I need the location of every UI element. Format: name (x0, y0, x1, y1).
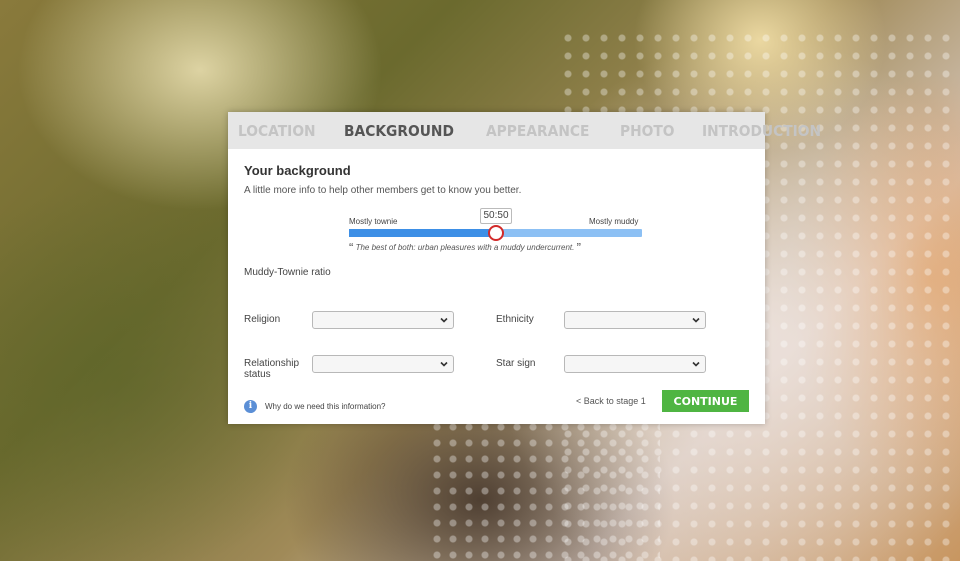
chevron-down-icon (692, 361, 700, 367)
form-title: Your background (244, 163, 351, 178)
tab-appearance[interactable]: APPEARANCE (486, 122, 589, 140)
registration-panel: LOCATION BACKGROUND APPEARANCE PHOTO INT… (228, 112, 821, 424)
stage-tabs: LOCATION BACKGROUND APPEARANCE PHOTO INT… (228, 112, 821, 149)
background-photo-lace-sleeve (430, 420, 660, 561)
info-link-text: Why do we need this information? (265, 402, 386, 411)
slider-quote: “ The best of both: urban pleasures with… (349, 240, 581, 255)
info-link[interactable]: i Why do we need this information? (244, 400, 386, 413)
slider-fill (349, 229, 496, 237)
star-sign-label: Star sign (496, 358, 536, 369)
form-subtitle: A little more info to help other members… (244, 185, 522, 196)
ethnicity-label: Ethnicity (496, 314, 534, 325)
slider-max-label: Mostly muddy (589, 217, 639, 226)
tab-photo[interactable]: PHOTO (620, 122, 675, 140)
form-content: Your background A little more info to he… (228, 149, 765, 424)
ethnicity-select[interactable] (564, 311, 706, 329)
slider-value-badge: 50:50 (480, 208, 512, 224)
continue-button[interactable]: CONTINUE (662, 390, 749, 412)
muddy-townie-slider[interactable] (349, 225, 642, 241)
slider-handle[interactable] (487, 225, 504, 241)
tab-location[interactable]: LOCATION (238, 122, 316, 140)
relationship-status-label: Relationship status (244, 358, 300, 380)
tab-background[interactable]: BACKGROUND (344, 122, 454, 140)
slider-label: Muddy-Townie ratio (244, 267, 331, 278)
chevron-down-icon (440, 361, 448, 367)
religion-select[interactable] (312, 311, 454, 329)
info-icon: i (244, 400, 257, 413)
chevron-down-icon (692, 317, 700, 323)
open-quote-icon: “ (349, 240, 354, 255)
slider-quote-text: The best of both: urban pleasures with a… (355, 243, 575, 252)
relationship-status-select[interactable] (312, 355, 454, 373)
slider-min-label: Mostly townie (349, 217, 398, 226)
tab-introduction[interactable]: INTRODUCTION (702, 122, 821, 140)
close-quote-icon: ” (576, 240, 581, 255)
chevron-down-icon (440, 317, 448, 323)
star-sign-select[interactable] (564, 355, 706, 373)
back-to-stage-1-link[interactable]: < Back to stage 1 (576, 396, 646, 406)
religion-label: Religion (244, 314, 281, 325)
